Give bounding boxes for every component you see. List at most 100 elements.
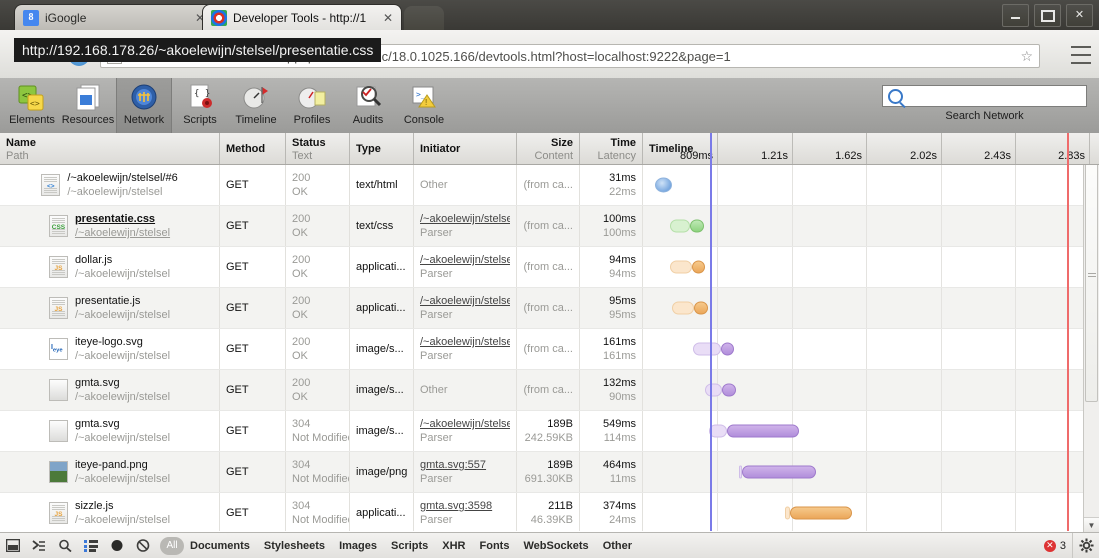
timeline-bar[interactable] (655, 177, 672, 193)
column-header-type[interactable]: Type (350, 133, 414, 164)
column-header-status[interactable]: Status Text (286, 133, 350, 164)
table-row[interactable]: Ieye iteye-logo.svg/~akoelewijn/stelsel GE… (0, 329, 1099, 370)
maximize-button[interactable] (1034, 4, 1061, 27)
request-name[interactable]: /~akoelewijn/stelsel/#6 (67, 171, 177, 185)
timeline-gridline (941, 288, 942, 328)
tab-scripts[interactable]: { } Scripts (172, 78, 228, 133)
filter-documents[interactable]: Documents (190, 540, 250, 552)
timeline-bar[interactable] (690, 219, 704, 233)
scroll-down-button[interactable]: ▼ (1084, 517, 1099, 533)
timeline-bar[interactable] (694, 301, 708, 315)
vertical-scrollbar[interactable]: ▲ ▼ (1083, 133, 1099, 533)
search-input[interactable] (882, 85, 1087, 107)
timeline-latency-bar[interactable] (672, 301, 694, 315)
search-icon[interactable] (52, 533, 78, 558)
column-header-name[interactable]: Name Path (0, 133, 220, 164)
filter-stylesheets[interactable]: Stylesheets (264, 540, 325, 552)
cell-name[interactable]: gmta.svg/~akoelewijn/stelsel (0, 370, 220, 410)
initiator-value[interactable]: gmta.svg:3598 (420, 499, 510, 513)
cell-name[interactable]: iteye-pand.png/~akoelewijn/stelsel (0, 452, 220, 492)
js-file-icon: JS (48, 502, 68, 524)
initiator-value[interactable]: /~akoelewijn/stelsel/ (420, 335, 510, 349)
tab-audits[interactable]: Audits (340, 78, 396, 133)
browser-tab-devtools[interactable]: Developer Tools - http://1 ✕ (202, 4, 402, 30)
cell-name[interactable]: JS sizzle.js/~akoelewijn/stelsel (0, 493, 220, 531)
timeline-bar[interactable] (790, 506, 852, 520)
table-row[interactable]: gmta.svg/~akoelewijn/stelsel GET 200 OK imag… (0, 370, 1099, 411)
table-row[interactable]: iteye-pand.png/~akoelewijn/stelsel GET 304… (0, 452, 1099, 493)
record-icon[interactable] (104, 533, 130, 558)
timeline-bar[interactable] (721, 342, 734, 356)
tab-resources[interactable]: Resources (60, 78, 116, 133)
initiator-value[interactable]: /~akoelewijn/stelsel/ (420, 253, 510, 267)
cell-name[interactable]: CSS presentatie.css/~akoelewijn/stelsel (0, 206, 220, 246)
dock-icon[interactable] (0, 533, 26, 558)
filter-websockets[interactable]: WebSockets (523, 540, 588, 552)
request-name[interactable]: iteye-logo.svg (75, 335, 170, 349)
request-name[interactable]: gmta.svg (75, 417, 170, 431)
request-name[interactable]: iteye-pand.png (75, 458, 170, 472)
bookmark-star-icon[interactable]: ☆ (1020, 48, 1033, 65)
tab-elements[interactable]: <> <> Elements (4, 78, 60, 133)
tab-network[interactable]: Network (116, 78, 172, 133)
timeline-bar[interactable] (722, 383, 736, 397)
tab-console[interactable]: >_! Console (396, 78, 452, 133)
timeline-gridline (792, 329, 793, 369)
request-name[interactable]: gmta.svg (75, 376, 170, 390)
filter-scripts[interactable]: Scripts (391, 540, 428, 552)
gear-icon[interactable] (1072, 533, 1099, 558)
minimize-button[interactable] (1002, 4, 1029, 27)
filter-fonts[interactable]: Fonts (480, 540, 510, 552)
table-row[interactable]: CSS presentatie.css/~akoelewijn/stelsel GE… (0, 206, 1099, 247)
request-name[interactable]: sizzle.js (75, 499, 170, 513)
timeline-bar[interactable] (742, 465, 816, 479)
close-button[interactable]: ✕ (1066, 4, 1093, 27)
timeline-bar[interactable] (727, 424, 799, 438)
cell-time: 464ms 11ms (580, 452, 643, 492)
timeline-gridline (941, 329, 942, 369)
initiator-value[interactable]: gmta.svg:557 (420, 458, 510, 472)
column-header-time[interactable]: Time Latency (580, 133, 643, 164)
error-counter[interactable]: ✕ 3 (1043, 539, 1072, 552)
filter-other[interactable]: Other (603, 540, 632, 552)
column-header-size[interactable]: Size Content (517, 133, 580, 164)
filter-xhr[interactable]: XHR (442, 540, 465, 552)
tab-profiles[interactable]: Profiles (284, 78, 340, 133)
list-icon[interactable] (78, 533, 104, 558)
tab-timeline[interactable]: Timeline (228, 78, 284, 133)
scrollbar-thumb[interactable] (1085, 150, 1098, 402)
initiator-value[interactable]: /~akoelewijn/stelsel/ (420, 417, 510, 431)
menu-icon[interactable] (1071, 46, 1091, 64)
timeline-latency-bar[interactable] (693, 342, 721, 356)
clear-icon[interactable] (130, 533, 156, 558)
table-row[interactable]: JS dollar.js/~akoelewijn/stelsel GET 200 OK a… (0, 247, 1099, 288)
cell-name[interactable]: <> /~akoelewijn/stelsel/#6/~akoelewijn/st… (0, 165, 220, 205)
timeline-latency-bar[interactable] (670, 219, 690, 233)
timeline-latency-bar[interactable] (670, 260, 692, 274)
new-tab-button[interactable] (404, 6, 444, 30)
cell-name[interactable]: Ieye iteye-logo.svg/~akoelewijn/stelsel (0, 329, 220, 369)
request-name[interactable]: presentatie.js (75, 294, 170, 308)
request-name[interactable]: presentatie.css (75, 212, 170, 226)
cell-name[interactable]: JS dollar.js/~akoelewijn/stelsel (0, 247, 220, 287)
filter-images[interactable]: Images (339, 540, 377, 552)
console-drawer-icon[interactable] (26, 533, 52, 558)
table-row[interactable]: JS sizzle.js/~akoelewijn/stelsel GET 304 Not… (0, 493, 1099, 531)
column-header-initiator[interactable]: Initiator (414, 133, 517, 164)
browser-tab-igoogle[interactable]: 8 iGoogle ✕ (14, 4, 214, 30)
cell-name[interactable]: gmta.svg/~akoelewijn/stelsel (0, 411, 220, 451)
request-name[interactable]: dollar.js (75, 253, 170, 267)
initiator-kind: Parser (420, 309, 453, 321)
timeline-latency-bar[interactable] (705, 383, 722, 397)
table-row[interactable]: gmta.svg/~akoelewijn/stelsel GET 304 Not Mo… (0, 411, 1099, 452)
table-row[interactable]: JS presentatie.js/~akoelewijn/stelsel GET 2… (0, 288, 1099, 329)
filter-all-button[interactable]: All (160, 536, 184, 555)
cell-name[interactable]: JS presentatie.js/~akoelewijn/stelsel (0, 288, 220, 328)
timeline-bar[interactable] (692, 260, 705, 274)
column-header-method[interactable]: Method (220, 133, 286, 164)
table-row[interactable]: <> /~akoelewijn/stelsel/#6/~akoelewijn/st… (0, 165, 1099, 206)
initiator-value[interactable]: /~akoelewijn/stelsel/ (420, 294, 510, 308)
close-icon[interactable]: ✕ (383, 11, 393, 25)
cell-method: GET (220, 288, 286, 328)
initiator-value[interactable]: /~akoelewijn/stelsel/ (420, 212, 510, 226)
